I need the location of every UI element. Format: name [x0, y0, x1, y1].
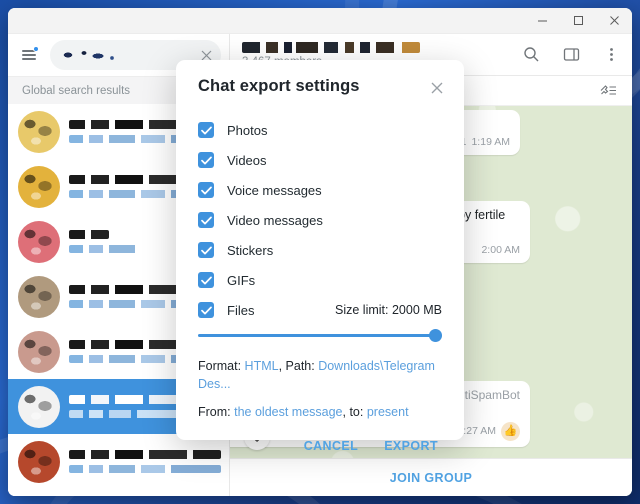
reaction-badge[interactable]: 👍: [501, 422, 520, 442]
slider-knob[interactable]: [429, 329, 442, 342]
checkbox-row-videos[interactable]: Videos: [198, 145, 442, 175]
from-prefix: From:: [198, 405, 235, 419]
window-titlebar: [8, 8, 632, 34]
checkbox-icon[interactable]: [198, 272, 214, 288]
message-time: 1:19 AM: [471, 135, 510, 148]
dialog-header: Chat export settings: [176, 60, 464, 101]
from-to-line: From: the oldest message, to: present: [198, 404, 442, 422]
menu-notification-dot: [33, 46, 39, 52]
format-value-link[interactable]: HTML: [245, 359, 279, 373]
close-icon[interactable]: [424, 75, 450, 101]
checkbox-icon[interactable]: [198, 302, 214, 318]
from-value-link[interactable]: the oldest message: [234, 405, 342, 419]
dialog-title: Chat export settings: [198, 77, 360, 95]
avatar: [18, 330, 60, 373]
checkbox-row-voice-messages[interactable]: Voice messages: [198, 175, 442, 205]
list-item-title: [69, 230, 109, 239]
pinned-messages-icon[interactable]: [592, 76, 622, 106]
list-item[interactable]: AL: [8, 489, 229, 496]
checkbox-label: Stickers: [227, 242, 274, 258]
checkbox-icon[interactable]: [198, 182, 214, 198]
avatar: [18, 385, 60, 428]
hamburger-menu-icon[interactable]: [14, 40, 44, 70]
avatar: [18, 220, 60, 263]
checkbox-row-photos[interactable]: Photos: [198, 115, 442, 145]
chat-export-settings-dialog: Chat export settings Photos Videos Voice…: [176, 60, 464, 453]
to-value-link[interactable]: present: [367, 405, 409, 419]
avatar: [18, 110, 60, 153]
checkbox-label: Voice messages: [227, 182, 322, 198]
checkbox-icon[interactable]: [198, 242, 214, 258]
size-limit-label: Size limit: 2000 MB: [335, 303, 442, 317]
path-prefix: , Path:: [278, 359, 319, 373]
avatar: [18, 165, 60, 208]
avatar: [18, 440, 60, 483]
dialog-footer: CANCEL EXPORT: [176, 422, 464, 466]
dialog-body: Photos Videos Voice messages Video messa…: [176, 101, 464, 422]
checkbox-row-gifs[interactable]: GIFs: [198, 265, 442, 295]
toggle-right-panel-icon[interactable]: [556, 40, 586, 70]
checkbox-icon[interactable]: [198, 152, 214, 168]
maximize-button[interactable]: [560, 8, 596, 34]
search-icon[interactable]: [516, 40, 546, 70]
avatar: [18, 495, 60, 496]
to-prefix: , to:: [342, 405, 367, 419]
format-prefix: Format:: [198, 359, 245, 373]
checkbox-icon[interactable]: [198, 212, 214, 228]
chat-title: [242, 41, 420, 53]
checkbox-label: Photos: [227, 122, 268, 138]
list-item-subtitle: [69, 465, 221, 473]
slider-track: [198, 334, 442, 337]
export-button[interactable]: EXPORT: [374, 432, 448, 460]
checkbox-row-video-messages[interactable]: Video messages: [198, 205, 442, 235]
message-time: 2:00 AM: [481, 243, 520, 256]
avatar: [18, 275, 60, 318]
checkbox-label: Files: [227, 302, 255, 318]
minimize-button[interactable]: [524, 8, 560, 34]
checkbox-icon[interactable]: [198, 122, 214, 138]
search-input-value: [62, 48, 122, 62]
checkbox-label: Video messages: [227, 212, 323, 228]
checkbox-row-files[interactable]: Files Size limit: 2000 MB: [198, 295, 442, 325]
size-limit-slider[interactable]: [198, 325, 442, 347]
checkbox-row-stickers[interactable]: Stickers: [198, 235, 442, 265]
more-vertical-icon[interactable]: [596, 40, 626, 70]
format-path-line: Format: HTML, Path: Downloads\Telegram D…: [198, 358, 442, 393]
checkbox-label: GIFs: [227, 272, 256, 288]
cancel-button[interactable]: CANCEL: [294, 432, 368, 460]
checkbox-label: Videos: [227, 152, 267, 168]
close-button[interactable]: [596, 8, 632, 34]
list-item-subtitle: [69, 245, 139, 253]
